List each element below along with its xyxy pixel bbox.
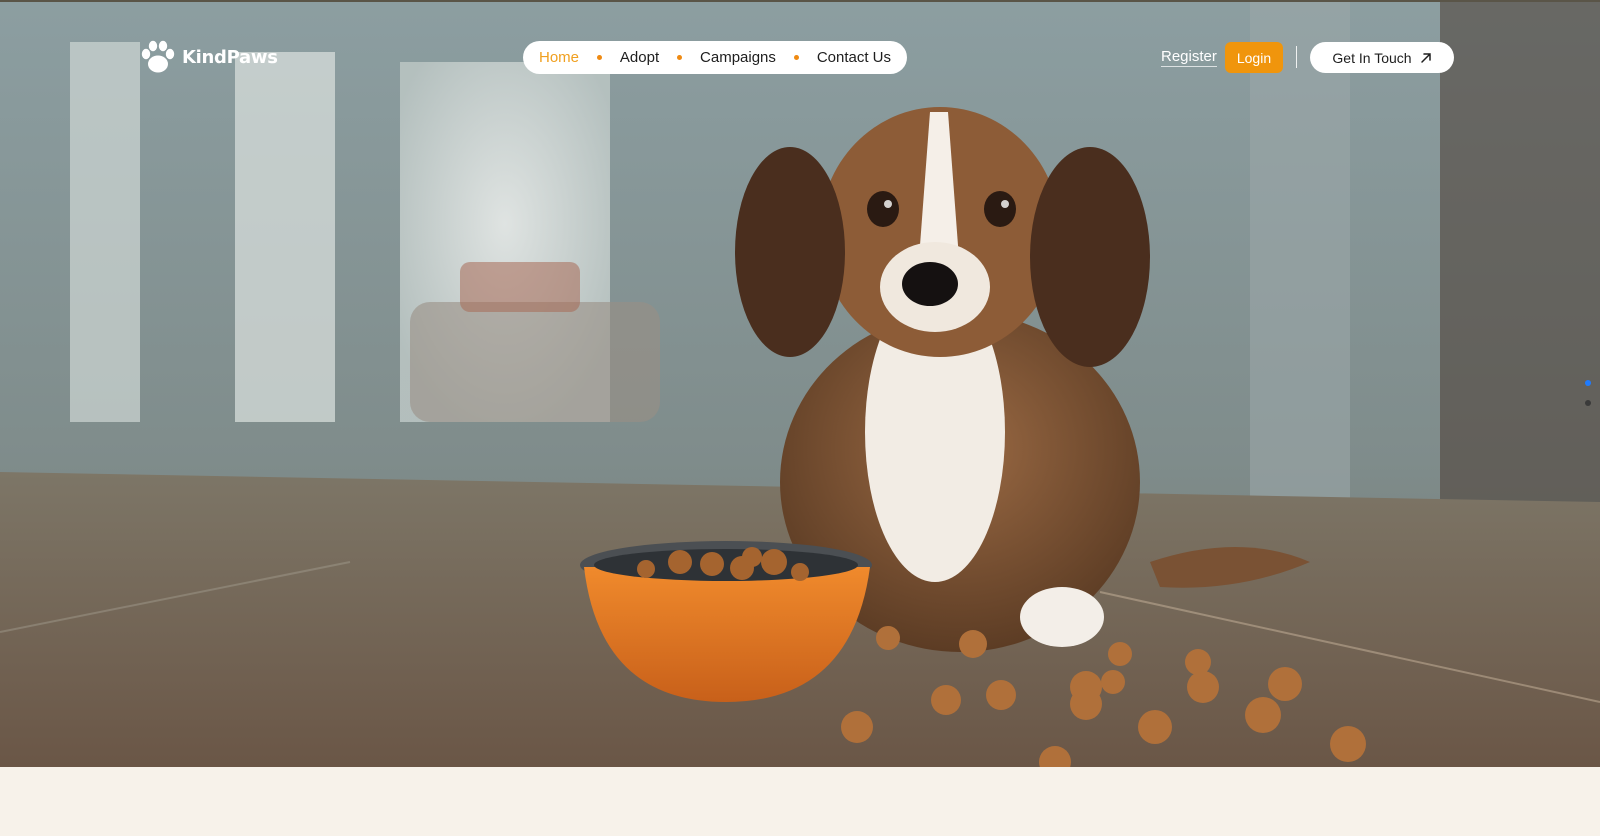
- arrow-up-right-icon: [1420, 52, 1431, 63]
- get-in-touch-button[interactable]: Get In Touch: [1310, 42, 1454, 73]
- nav-separator-dot: [597, 55, 602, 60]
- header-divider: [1296, 46, 1297, 68]
- nav-item-contact-us[interactable]: Contact Us: [817, 49, 891, 66]
- nav-separator-dot: [793, 55, 799, 60]
- pager-dot-1[interactable]: [1585, 380, 1591, 386]
- nav-item-campaigns[interactable]: Campaigns: [700, 49, 776, 66]
- nav-separator-dot: [677, 55, 683, 60]
- section-below-hero: [0, 767, 1600, 836]
- paw-icon: [141, 40, 175, 73]
- nav-item-adopt[interactable]: Adopt: [620, 49, 659, 66]
- hero-slide-pager: [1585, 380, 1591, 406]
- main-nav: Home Adopt Campaigns Contact Us: [523, 41, 907, 74]
- hero-section: KindPaws Home Adopt Campaigns Contact Us…: [0, 0, 1600, 767]
- get-in-touch-label: Get In Touch: [1332, 49, 1412, 66]
- login-button[interactable]: Login: [1225, 42, 1283, 73]
- brand-logo[interactable]: KindPaws: [140, 40, 278, 74]
- hero-image: [0, 2, 1600, 767]
- brand-name: KindPaws: [182, 46, 278, 68]
- register-link[interactable]: Register: [1161, 48, 1217, 67]
- pager-dot-2[interactable]: [1585, 400, 1591, 406]
- nav-item-home[interactable]: Home: [539, 49, 579, 66]
